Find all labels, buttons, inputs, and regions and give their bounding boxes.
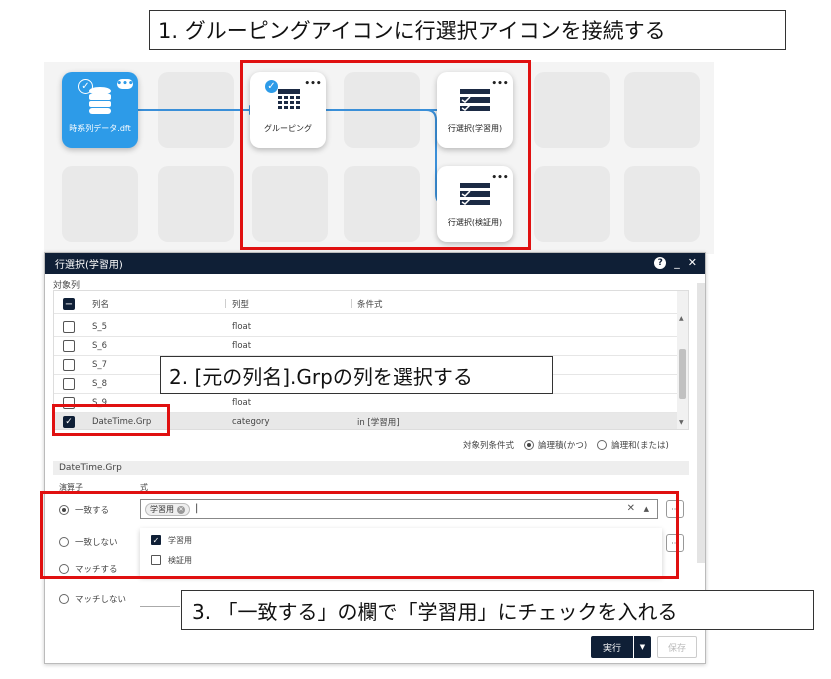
logic-options: 対象列条件式 論理積(かつ) 論理和(または) bbox=[463, 439, 669, 451]
header-name: 列名 bbox=[92, 300, 110, 310]
callout-step2: 2. [元の列名].Grpの列を選択する bbox=[160, 356, 553, 394]
table-scrollbar[interactable]: ▲ ▼ bbox=[677, 291, 688, 429]
row-type: float bbox=[232, 398, 252, 408]
header-type: 列型 bbox=[232, 300, 250, 310]
logic-and-radio[interactable] bbox=[524, 440, 535, 450]
callout-step1: 1. グルーピングアイコンに行選択アイコンを接続する bbox=[149, 10, 786, 50]
row-name: S_8 bbox=[92, 379, 108, 389]
dialog-title: 行選択(学習用) bbox=[55, 260, 123, 271]
row-checkbox[interactable] bbox=[63, 321, 75, 333]
row-name: S_7 bbox=[92, 360, 108, 370]
select-all-checkbox[interactable]: − bbox=[63, 298, 75, 310]
highlight-box-operator bbox=[40, 491, 679, 579]
scrollbar-thumb[interactable] bbox=[679, 349, 686, 399]
dialog-titlebar: 行選択(学習用) ? _ ✕ bbox=[45, 253, 705, 274]
run-label: 実行 bbox=[602, 643, 621, 654]
callout-step3: 3. 「一致する」の欄で「学習用」にチェックを入れる bbox=[181, 590, 814, 630]
run-button[interactable]: 実行 ▼ bbox=[591, 636, 651, 658]
detail-title: DateTime.Grp bbox=[53, 461, 689, 475]
highlight-box-row bbox=[52, 404, 170, 436]
row-cond: in [学習用] bbox=[357, 418, 400, 428]
highlight-box-nodes bbox=[240, 60, 531, 250]
row-type: float bbox=[232, 341, 252, 351]
logic-or-label: 論理和(または) bbox=[611, 441, 669, 451]
op-not-match-label: マッチしない bbox=[75, 595, 127, 605]
row-type: float bbox=[232, 322, 252, 332]
run-dropdown-icon[interactable]: ▼ bbox=[633, 636, 651, 658]
logic-or-radio[interactable] bbox=[597, 440, 608, 450]
scroll-down-icon[interactable]: ▼ bbox=[679, 419, 684, 426]
help-icon[interactable]: ? bbox=[654, 256, 667, 269]
row-name: S_5 bbox=[92, 322, 108, 332]
op-not-match-radio[interactable] bbox=[59, 594, 69, 604]
dialog-scrollbar[interactable] bbox=[697, 283, 705, 563]
database-icon bbox=[89, 87, 111, 114]
divider bbox=[140, 606, 180, 607]
row-checkbox[interactable] bbox=[63, 340, 75, 352]
minimize-icon[interactable]: _ bbox=[674, 256, 680, 269]
row-checkbox[interactable] bbox=[63, 359, 75, 371]
close-icon[interactable]: ✕ bbox=[688, 256, 697, 269]
table-header: − 列名 | 列型 | 条件式 bbox=[54, 295, 678, 314]
save-button[interactable]: 保存 bbox=[657, 636, 697, 658]
row-name: S_6 bbox=[92, 341, 108, 351]
row-type: category bbox=[232, 417, 270, 427]
op-not-match[interactable]: マッチしない bbox=[59, 593, 126, 605]
node-timeseries-data[interactable]: ✓ ••• 時系列データ.dft bbox=[62, 72, 138, 148]
table-row[interactable]: S_5 float bbox=[54, 318, 678, 337]
row-checkbox[interactable] bbox=[63, 378, 75, 390]
logic-label: 対象列条件式 bbox=[463, 441, 515, 451]
more-icon[interactable]: ••• bbox=[116, 78, 134, 90]
logic-and-label: 論理積(かつ) bbox=[538, 441, 588, 451]
table-row[interactable]: S_6 float bbox=[54, 337, 678, 356]
scroll-up-icon[interactable]: ▲ bbox=[679, 315, 684, 322]
header-cond: 条件式 bbox=[357, 300, 383, 310]
node-label: 時系列データ.dft bbox=[69, 124, 131, 133]
